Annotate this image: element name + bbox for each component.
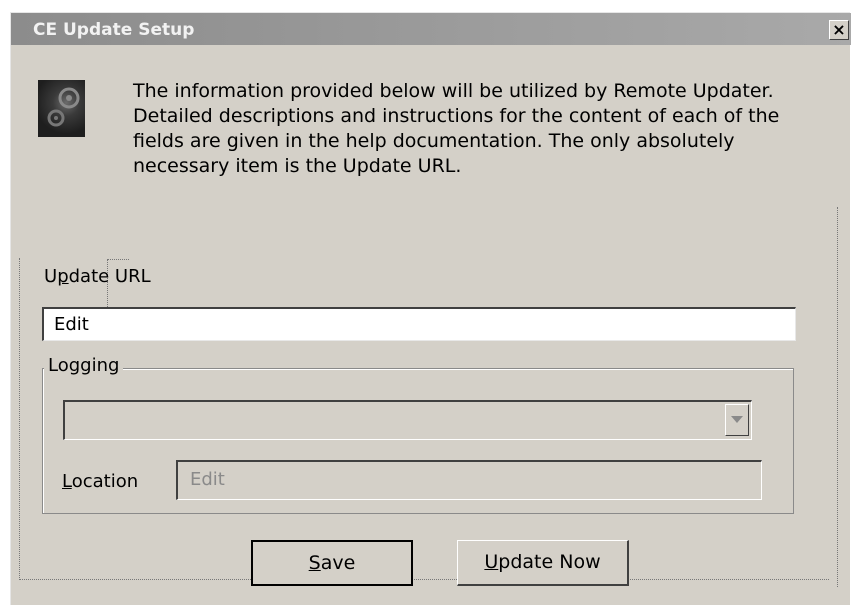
close-button[interactable]: × [829, 20, 849, 40]
title-bar[interactable]: CE Update Setup × [11, 13, 851, 45]
update-url-label: Update URL [44, 266, 151, 287]
update-url-input[interactable]: Edit [42, 307, 796, 341]
update-now-button[interactable]: Update Now [457, 540, 629, 586]
app-gears-icon [38, 80, 85, 137]
focus-rect-top [107, 259, 129, 261]
close-icon: × [832, 20, 846, 39]
dropdown-button[interactable] [725, 404, 749, 436]
focus-rect-right [837, 207, 839, 587]
logging-legend: Logging [44, 355, 124, 376]
info-description: The information provided below will be u… [133, 80, 780, 177]
save-button[interactable]: Save [251, 540, 413, 586]
location-input[interactable]: Edit [176, 460, 762, 500]
logging-combo[interactable] [63, 400, 752, 440]
location-label: Location [62, 471, 139, 492]
chevron-down-icon [731, 416, 743, 423]
window-title: CE Update Setup [33, 20, 195, 40]
